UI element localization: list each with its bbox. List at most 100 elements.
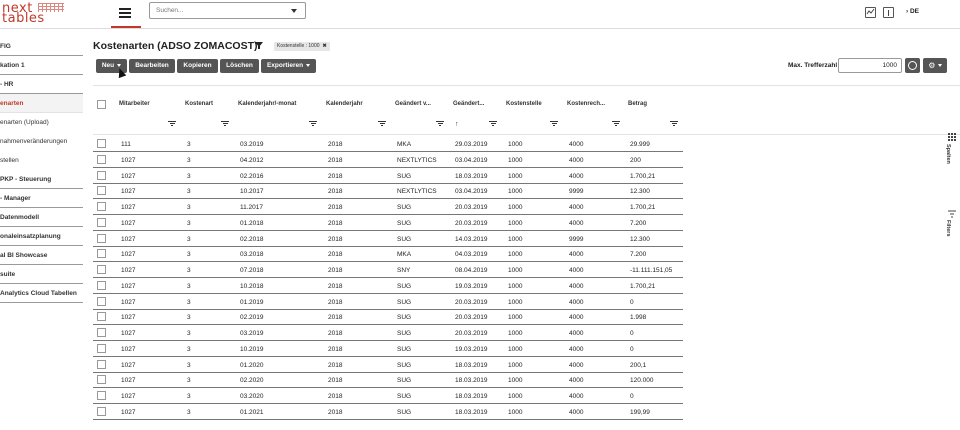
fullscreen-button[interactable] xyxy=(905,58,920,73)
table-row[interactable]: 1027 3 04.2012 2018 NEXTLYTICS 03.04.2019 1000… xyxy=(93,152,683,168)
table-row[interactable]: 1027 3 03.2019 2018 SUG 20.03.2019 1000 4000 0 xyxy=(93,325,683,341)
row-checkbox[interactable] xyxy=(97,343,106,353)
column-header[interactable]: Geändert v... xyxy=(395,101,431,107)
column-header[interactable]: Kalenderjahr/-monat xyxy=(238,101,296,107)
row-checkbox[interactable] xyxy=(97,154,106,164)
row-checkbox[interactable] xyxy=(97,249,106,259)
table-row[interactable]: 1027 3 01.2019 2018 SUG 20.03.2019 1000 4000 0 xyxy=(93,294,683,310)
table-row[interactable]: 1027 3 07.2018 2018 SNY 08.04.2019 1000 4000 -11… xyxy=(93,262,683,278)
sidebar-item[interactable]: enarten xyxy=(0,94,83,113)
column-header[interactable]: Kostenstelle xyxy=(506,101,542,107)
max-hits-input[interactable]: 1000 xyxy=(838,58,902,73)
column-filter-icon[interactable] xyxy=(309,121,317,127)
sidebar-item[interactable]: Datenmodell xyxy=(0,208,83,227)
table-row[interactable]: 1027 3 10.2018 2018 SUG 19.03.2019 1000 4000 1.7… xyxy=(93,278,683,294)
table-row[interactable]: 1027 3 10.2019 2018 SUG 19.03.2019 1000 4000 0 xyxy=(93,341,683,357)
sidebar-item[interactable]: suite xyxy=(0,265,83,284)
row-checkbox[interactable] xyxy=(97,202,106,211)
table-row[interactable]: 1027 3 10.2017 2018 NEXTLYTICS 03.04.2019 1000… xyxy=(93,183,683,200)
column-filter-icon[interactable] xyxy=(612,121,620,127)
column-header[interactable]: Kostenrech... xyxy=(567,101,605,107)
row-checkbox[interactable] xyxy=(97,406,106,416)
settings-button[interactable]: ⚙ xyxy=(923,58,947,73)
table-row[interactable]: 1027 3 01.2020 2018 SUG 18.03.2019 1000 4000 200… xyxy=(93,357,683,373)
select-all-checkbox[interactable] xyxy=(97,100,106,109)
column-filter-icon[interactable] xyxy=(168,121,176,127)
language-switch[interactable]: › DE xyxy=(906,8,919,15)
row-checkbox[interactable] xyxy=(97,265,106,274)
sidebar-item[interactable]: onaleinsatzplanung xyxy=(0,227,83,246)
export-button[interactable]: Exportieren xyxy=(261,59,316,73)
table-row[interactable]: 1027 3 02.2019 2018 SUG 20.03.2019 1000 4000 1.9… xyxy=(93,309,683,326)
filter-icon[interactable] xyxy=(255,42,263,49)
row-checkbox[interactable] xyxy=(97,280,106,290)
row-checkbox[interactable] xyxy=(97,170,106,180)
edit-button[interactable]: Bearbeiten xyxy=(129,59,175,73)
table-row[interactable]: 1027 3 01.2018 2018 SUG 20.03.2019 1000 4000 7.2… xyxy=(93,215,683,231)
row-checkbox[interactable] xyxy=(97,296,106,306)
row-checkbox[interactable] xyxy=(97,312,106,322)
close-icon[interactable]: ✖ xyxy=(323,43,327,49)
table-row[interactable]: 1027 3 03.2020 2018 SUG 18.03.2019 1000 4000 0 xyxy=(93,388,683,404)
table-row[interactable]: 1027 3 01.2021 2018 SUG 18.03.2019 1000 4000 199… xyxy=(93,404,683,420)
column-header[interactable]: Mitarbeiter xyxy=(119,101,150,107)
search-select[interactable]: Suchen... xyxy=(149,2,306,19)
table-cell: 3 xyxy=(187,330,191,337)
sidebar-item[interactable]: al BI Showcase xyxy=(0,246,83,265)
column-header[interactable]: Kalenderjahr xyxy=(326,101,363,107)
sidebar-item[interactable]: Analytics Cloud Tabellen xyxy=(0,284,83,303)
gear-icon: ⚙ xyxy=(928,61,936,70)
column-filter-icon[interactable] xyxy=(221,121,229,127)
table-cell: 02.2020 xyxy=(240,377,264,385)
table-cell: 08.04.2019 xyxy=(455,267,488,274)
table-row[interactable]: 1027 3 02.2018 2018 SUG 14.03.2019 1000 9999 12.… xyxy=(93,231,683,247)
column-filter-icon[interactable] xyxy=(436,121,444,127)
sidebar-item[interactable]: - HR xyxy=(0,75,83,94)
table-cell: 2018 xyxy=(328,298,343,306)
column-header[interactable]: Geändert... xyxy=(453,101,484,107)
row-checkbox[interactable] xyxy=(97,217,106,227)
copy-button[interactable]: Kopieren xyxy=(177,59,218,73)
table-cell: 04.03.2019 xyxy=(455,251,488,259)
sidebar-item[interactable]: enarten (Upload) xyxy=(0,113,83,132)
column-filter-icon[interactable] xyxy=(378,121,386,127)
table-cell: 1027 xyxy=(121,251,136,259)
sidebar-item[interactable]: nahmenveränderungen xyxy=(0,132,83,151)
table-row[interactable]: 1027 3 02.2020 2018 SUG 18.03.2019 1000 4000 120… xyxy=(93,372,683,389)
row-checkbox[interactable] xyxy=(97,328,106,337)
filter-icon[interactable] xyxy=(948,210,956,218)
filter-chip[interactable]: Kostenstelle : 1000 ✖ xyxy=(274,42,330,51)
row-checkbox[interactable] xyxy=(97,186,106,196)
column-filter-icon[interactable] xyxy=(489,121,497,127)
column-header[interactable]: Kostenart xyxy=(185,101,213,107)
table-row[interactable]: 1027 3 03.2018 2018 MKA 04.03.2019 1000 4000 7.2… xyxy=(93,246,683,263)
column-filter-icon[interactable] xyxy=(670,121,678,127)
table-row[interactable]: 1027 3 11.2017 2018 SUG 20.03.2019 1000 4000 1.7… xyxy=(93,199,683,215)
columns-panel-tab[interactable]: Spalten xyxy=(945,144,951,164)
chart-monitor-icon[interactable] xyxy=(865,7,876,18)
sidebar-item[interactable]: PKP - Steuerung xyxy=(0,170,83,189)
table-row[interactable]: 111 3 03.2019 2018 MKA 29.03.2019 1000 4000 29.9… xyxy=(93,136,683,152)
table-cell: 200 xyxy=(630,156,641,164)
row-checkbox[interactable] xyxy=(97,139,106,148)
table-cell: 1000 xyxy=(508,393,523,400)
menu-toggle-button[interactable] xyxy=(111,0,141,28)
table-row[interactable]: 1027 3 02.2016 2018 SUG 18.03.2019 1000 4000 1.7… xyxy=(93,168,683,184)
columns-grid-icon[interactable] xyxy=(948,133,956,141)
info-icon[interactable] xyxy=(883,7,894,18)
sidebar-item[interactable]: kation 1 xyxy=(0,56,83,75)
sort-arrow-icon[interactable]: ↑ xyxy=(455,121,459,128)
delete-button[interactable]: Löschen xyxy=(220,59,259,73)
row-checkbox[interactable] xyxy=(97,375,106,385)
max-hits-label: Max. Trefferzahl xyxy=(788,62,838,69)
sidebar-item[interactable]: stellen xyxy=(0,151,83,170)
sidebar-item[interactable]: FIG xyxy=(0,37,83,56)
column-filter-icon[interactable] xyxy=(550,121,558,127)
column-header[interactable]: Betrag xyxy=(628,101,647,107)
row-checkbox[interactable] xyxy=(97,391,106,400)
row-checkbox[interactable] xyxy=(97,359,106,369)
row-checkbox[interactable] xyxy=(97,233,106,243)
app-logo[interactable]: next tables xyxy=(0,0,72,26)
sidebar-item[interactable]: - Manager xyxy=(0,189,83,208)
filters-panel-tab[interactable]: Filters xyxy=(945,220,951,237)
